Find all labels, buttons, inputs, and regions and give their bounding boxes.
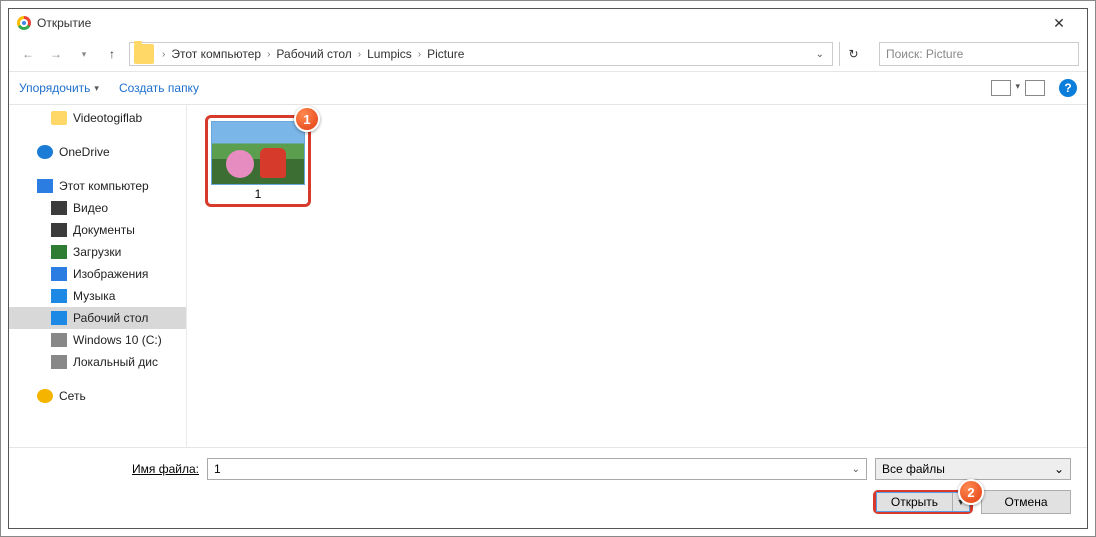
sidebar-item-label: Сеть bbox=[59, 389, 86, 403]
refresh-button[interactable]: ↻ bbox=[839, 42, 867, 66]
sidebar-item-label: Музыка bbox=[73, 289, 115, 303]
sidebar-item[interactable]: Videotogiflab bbox=[9, 107, 186, 129]
sidebar-item-label: Документы bbox=[73, 223, 135, 237]
nav-back[interactable]: ← bbox=[17, 43, 39, 65]
sidebar-item-label: Загрузки bbox=[73, 245, 121, 259]
sidebar-item[interactable]: OneDrive bbox=[9, 141, 186, 163]
sidebar-item[interactable]: Локальный дис bbox=[9, 351, 186, 373]
file-thumbnail[interactable]: 1 1 bbox=[205, 115, 311, 207]
open-button[interactable]: Открыть ▼ 2 bbox=[873, 490, 973, 514]
docs-icon bbox=[51, 223, 67, 237]
chevron-right-icon: › bbox=[158, 49, 169, 60]
folder-icon bbox=[51, 111, 67, 125]
sidebar-item-label: Видео bbox=[73, 201, 108, 215]
disk-icon bbox=[51, 355, 67, 369]
help-button[interactable]: ? bbox=[1059, 79, 1077, 97]
dl-icon bbox=[51, 245, 67, 259]
sidebar-item[interactable]: Видео bbox=[9, 197, 186, 219]
filetype-select[interactable]: Все файлы ⌄ bbox=[875, 458, 1071, 480]
sidebar-item[interactable]: Рабочий стол bbox=[9, 307, 186, 329]
sidebar-item[interactable]: Музыка bbox=[9, 285, 186, 307]
view-mode-button[interactable] bbox=[991, 80, 1011, 96]
desk-icon bbox=[51, 311, 67, 325]
disk-icon bbox=[51, 333, 67, 347]
video-icon bbox=[51, 201, 67, 215]
folder-icon bbox=[134, 44, 154, 64]
callout-1: 1 bbox=[294, 106, 320, 132]
chrome-icon bbox=[17, 16, 31, 30]
search-input[interactable]: Поиск: Picture bbox=[879, 42, 1079, 66]
preview-pane-button[interactable] bbox=[1025, 80, 1045, 96]
chevron-right-icon: › bbox=[414, 49, 425, 60]
sidebar-item-label: Этот компьютер bbox=[59, 179, 149, 193]
search-placeholder: Поиск: Picture bbox=[886, 47, 963, 61]
pc-icon bbox=[37, 179, 53, 193]
sidebar-item-label: Изображения bbox=[73, 267, 148, 281]
chevron-down-icon[interactable]: ⌄ bbox=[808, 49, 832, 60]
sidebar-item[interactable]: Сеть bbox=[9, 385, 186, 407]
nav-recent-dropdown[interactable]: ▾ bbox=[73, 43, 95, 65]
pic-icon bbox=[51, 267, 67, 281]
filename-input[interactable]: 1 ⌄ bbox=[207, 458, 867, 480]
sidebar-item-label: Windows 10 (C:) bbox=[73, 333, 162, 347]
sidebar-item-label: Рабочий стол bbox=[73, 311, 148, 325]
cancel-button[interactable]: Отмена bbox=[981, 490, 1071, 514]
crumb-desktop[interactable]: Рабочий стол bbox=[274, 47, 353, 61]
sidebar-item-label: Локальный дис bbox=[73, 355, 158, 369]
nav-forward: → bbox=[45, 43, 67, 65]
callout-2: 2 bbox=[958, 479, 984, 505]
chevron-down-icon: ▾ bbox=[94, 83, 99, 94]
sidebar-item-label: OneDrive bbox=[59, 145, 110, 159]
nav-up[interactable]: ↑ bbox=[101, 43, 123, 65]
chevron-down-icon: ⌄ bbox=[1054, 462, 1064, 476]
file-caption: 1 bbox=[211, 185, 305, 201]
file-grid[interactable]: 1 1 bbox=[187, 105, 1087, 447]
new-folder-button[interactable]: Создать папку bbox=[119, 81, 199, 95]
sidebar-item-label: Videotogiflab bbox=[73, 111, 142, 125]
chevron-right-icon: › bbox=[263, 49, 274, 60]
music-icon bbox=[51, 289, 67, 303]
sidebar-item[interactable]: Загрузки bbox=[9, 241, 186, 263]
crumb-picture[interactable]: Picture bbox=[425, 47, 466, 61]
window-title: Открытие bbox=[37, 16, 1039, 30]
sidebar-item[interactable]: Windows 10 (C:) bbox=[9, 329, 186, 351]
crumb-lumpics[interactable]: Lumpics bbox=[365, 47, 414, 61]
close-button[interactable]: ✕ bbox=[1039, 15, 1079, 32]
net-icon bbox=[37, 389, 53, 403]
onedrive-icon bbox=[37, 145, 53, 159]
sidebar-item[interactable]: Документы bbox=[9, 219, 186, 241]
chevron-down-icon[interactable]: ⌄ bbox=[852, 464, 860, 475]
crumb-pc[interactable]: Этот компьютер bbox=[169, 47, 263, 61]
organize-menu[interactable]: Упорядочить ▾ bbox=[19, 81, 99, 95]
sidebar: Videotogiflab OneDrive Этот компьютер Видео… bbox=[9, 105, 187, 447]
image-preview-icon bbox=[211, 121, 305, 185]
breadcrumb[interactable]: › Этот компьютер › Рабочий стол › Lumpic… bbox=[129, 42, 833, 66]
filename-label: Имя файла: bbox=[25, 462, 199, 476]
sidebar-item[interactable]: Изображения bbox=[9, 263, 186, 285]
sidebar-item[interactable]: Этот компьютер bbox=[9, 175, 186, 197]
chevron-right-icon: › bbox=[354, 49, 365, 60]
